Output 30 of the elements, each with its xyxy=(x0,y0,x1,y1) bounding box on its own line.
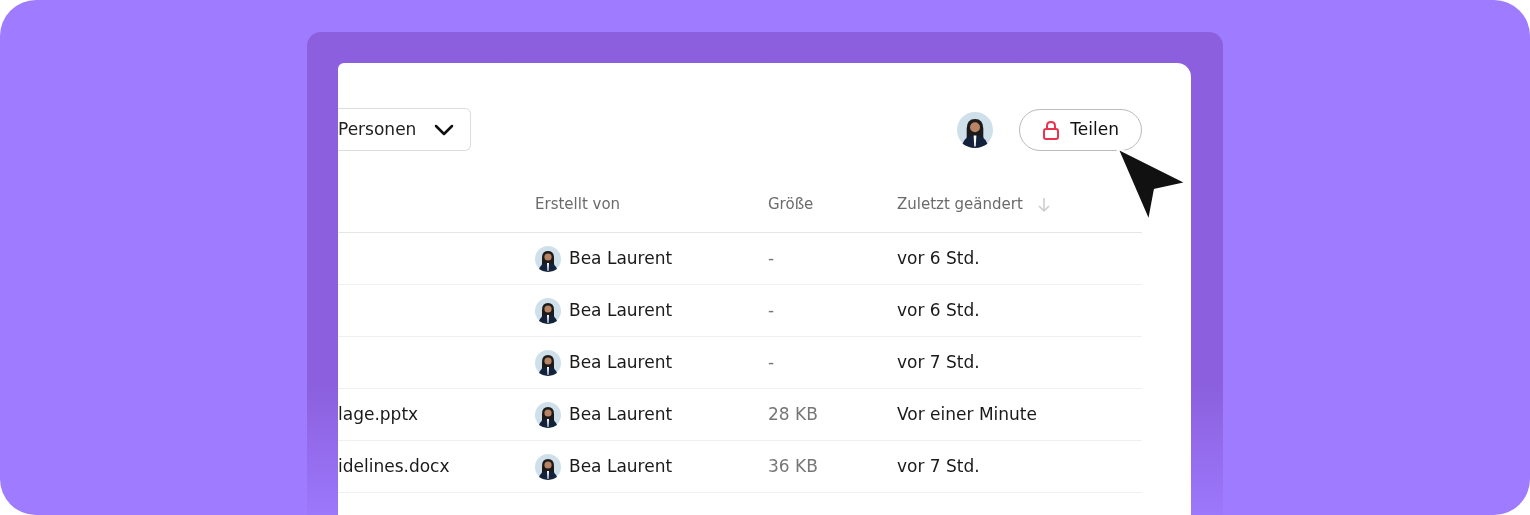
table-cell: 28 KB xyxy=(768,403,818,424)
table-cell: idelines.docx xyxy=(338,455,450,476)
avatar xyxy=(535,245,561,272)
chevron-down-icon xyxy=(434,123,455,136)
column-header[interactable]: Zuletzt geändert xyxy=(897,193,1023,216)
avatar xyxy=(535,297,561,324)
avatar xyxy=(535,401,561,428)
table-cell-text: Bea Laurent xyxy=(569,246,673,270)
table-cell: 36 KB xyxy=(768,455,818,476)
table-cell-text: Bea Laurent xyxy=(569,454,673,478)
avatar xyxy=(535,349,561,376)
table-cell: vor 7 Std. xyxy=(897,351,980,372)
table-cell: - xyxy=(768,247,775,268)
avatar xyxy=(535,453,561,480)
column-header[interactable]: Größe xyxy=(768,193,814,216)
table-cell: - xyxy=(768,299,775,320)
table-cell: vor 7 Std. xyxy=(897,455,980,476)
table-cell: lage.pptx xyxy=(338,403,419,424)
table-cell: vor 6 Std. xyxy=(897,299,980,320)
table-cell-text: Bea Laurent xyxy=(569,402,673,426)
avatar xyxy=(957,111,994,148)
table-cell: - xyxy=(768,351,775,372)
filter-dropdown[interactable]: Personen xyxy=(338,108,471,151)
table-cell: vor 6 Std. xyxy=(897,247,980,268)
table-cell-text: Bea Laurent xyxy=(569,298,673,322)
lock-icon xyxy=(1042,119,1061,140)
column-header[interactable]: Erstellt von xyxy=(535,193,621,216)
arrow-down-icon xyxy=(1036,196,1051,213)
table-cell-text: Bea Laurent xyxy=(569,350,673,374)
table-cell: Vor einer Minute xyxy=(897,403,1037,424)
